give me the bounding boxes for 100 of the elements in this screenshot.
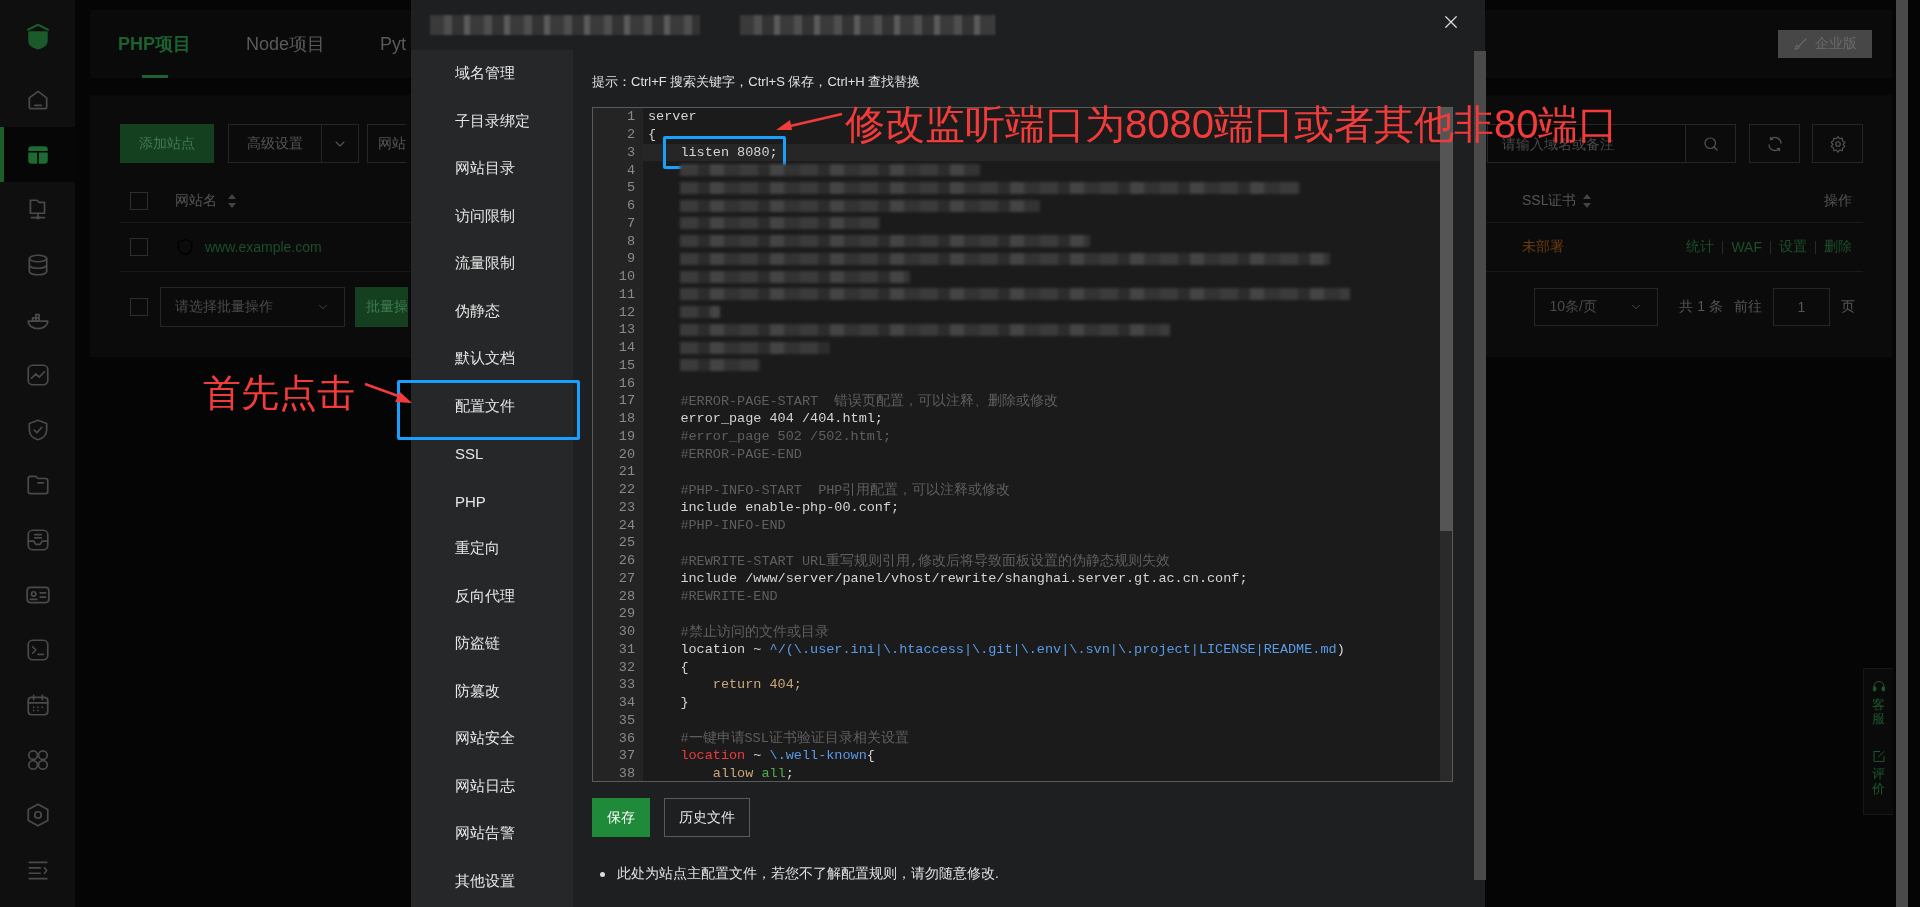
action-link[interactable]: 删除 [1824, 238, 1852, 256]
code-text: #REWRITE-START URL重写规则引用,修改后将导致面板设置的伪静态规则失效 [679, 553, 1171, 569]
menu-item[interactable]: 域名管理 [411, 50, 573, 98]
code-text: } [679, 695, 689, 711]
code-text: { [866, 748, 875, 764]
line-number: 28 [617, 588, 636, 604]
line-number: 37 [617, 748, 636, 764]
save-button[interactable]: 保存 [592, 798, 650, 837]
sort-icon[interactable] [1582, 193, 1593, 209]
menu-item[interactable]: 网站日志 [411, 762, 573, 810]
code-text: ) [1336, 641, 1345, 657]
site-link[interactable]: www.example.com [205, 239, 322, 255]
action-link[interactable]: 设置 [1779, 238, 1807, 256]
annotation-text: 首先点击 [203, 374, 355, 412]
column-header[interactable]: SSL证书 [1522, 192, 1577, 210]
close-icon [1442, 13, 1460, 31]
menu-item[interactable]: SSL [411, 430, 573, 478]
line-number: 1 [625, 109, 636, 125]
code-text: ; [785, 766, 794, 781]
line-number: 10 [617, 269, 636, 285]
close-button[interactable] [1442, 13, 1460, 31]
refresh-button[interactable] [1749, 124, 1800, 163]
line-number: 33 [617, 677, 636, 693]
page-input[interactable]: 1 [1773, 288, 1830, 326]
code-text: error_page 404 /404.html; [679, 411, 883, 427]
line-number: 9 [625, 251, 636, 267]
line-number: 14 [617, 340, 636, 356]
menu-item[interactable]: 反向代理 [411, 572, 573, 620]
sidebar-item[interactable] [0, 127, 75, 182]
tab[interactable]: Pyt [380, 10, 407, 78]
tab[interactable]: PHP项目 [118, 10, 191, 78]
line-number: 29 [617, 606, 636, 622]
checkbox[interactable] [130, 298, 148, 316]
line-number: 30 [617, 624, 636, 640]
column-header[interactable]: 网站名 [175, 192, 217, 210]
menu-item[interactable]: 配置文件 [411, 382, 573, 430]
code-text: #禁止访问的文件或目录 [679, 624, 829, 640]
line-number: 35 [617, 712, 636, 728]
settings-dropdown-button[interactable]: 高级设置 [228, 124, 322, 163]
menu-item[interactable]: 子目录绑定 [411, 97, 573, 145]
line-number: 25 [617, 535, 636, 551]
brush-icon [1793, 36, 1809, 52]
code-text: #REWRITE-END [679, 588, 778, 604]
scrollbar[interactable] [1896, 0, 1908, 907]
tab[interactable]: Node项目 [246, 10, 326, 78]
menu-item[interactable]: 防篡改 [411, 667, 573, 715]
line-number: 7 [625, 215, 636, 231]
line-number: 5 [625, 180, 636, 196]
checkbox[interactable] [130, 192, 148, 210]
history-button[interactable]: 历史文件 [664, 798, 750, 837]
code-text: { [679, 659, 689, 675]
ssl-status[interactable]: 未部署 [1522, 238, 1564, 256]
terminal-icon [24, 636, 51, 663]
line-number: 6 [625, 198, 636, 214]
float-link[interactable]: 客服 [1872, 697, 1885, 727]
code-text: \.well-known [769, 748, 867, 764]
line-number: 11 [617, 286, 636, 302]
search-button[interactable] [1685, 124, 1736, 163]
page-size-select[interactable]: 10条/页 [1534, 288, 1659, 326]
menu-item[interactable]: 伪静态 [411, 287, 573, 335]
menu-item[interactable]: 重定向 [411, 525, 573, 573]
line-number: 8 [625, 233, 636, 249]
line-number: 36 [617, 730, 636, 746]
code-text: #一键申请SSL证书验证目录相关设置 [679, 731, 909, 747]
code-text: #PHP-INFO-START PHP引用配置，可以注释或修改 [679, 482, 1011, 498]
checkbox[interactable] [130, 238, 148, 256]
menu-item[interactable]: 网站告警 [411, 810, 573, 858]
menu-item[interactable]: 访问限制 [411, 192, 573, 240]
line-number: 38 [617, 766, 636, 781]
menu-item[interactable]: PHP [411, 477, 573, 525]
search-icon [1701, 134, 1720, 153]
line-number: 2 [625, 127, 636, 143]
batch-select[interactable]: 请选择批量操作 [160, 287, 345, 327]
line-number: 17 [617, 393, 636, 409]
line-number: 20 [617, 446, 636, 462]
calendar-icon [24, 691, 51, 718]
sort-icon[interactable] [227, 193, 237, 209]
action-link[interactable]: WAF [1731, 239, 1762, 255]
headset-icon [1870, 679, 1887, 694]
settings-button[interactable] [1812, 124, 1863, 163]
hint-text: 提示：Ctrl+F 搜索关键字，Ctrl+S 保存，Ctrl+H 查找替换 [592, 73, 922, 91]
code-text: allow [711, 766, 754, 781]
menu-item[interactable]: 防盗链 [411, 620, 573, 668]
menu-item[interactable]: 默认文档 [411, 335, 573, 383]
line-number: 19 [617, 428, 636, 444]
toolbar-button[interactable]: 网站 [367, 124, 406, 163]
menu-item[interactable]: 流量限制 [411, 240, 573, 288]
menu-item[interactable]: 网站安全 [411, 715, 573, 763]
menu-item[interactable]: 网站目录 [411, 145, 573, 193]
code-editor[interactable] [592, 107, 1453, 782]
action-link[interactable]: 统计 [1686, 238, 1715, 256]
float-link[interactable]: 评价 [1872, 767, 1885, 796]
dropdown-toggle[interactable] [322, 124, 359, 163]
code-text: { [648, 127, 657, 143]
code-text: #error_page 502 /502.html; [679, 428, 892, 444]
menu-item[interactable]: 其他设置 [411, 857, 573, 905]
bullet-dot [600, 871, 605, 877]
code-text: listen 8080; [679, 144, 778, 160]
total-count: 共 1 条 [1679, 298, 1723, 316]
code-text: #PHP-INFO-END [679, 517, 786, 533]
